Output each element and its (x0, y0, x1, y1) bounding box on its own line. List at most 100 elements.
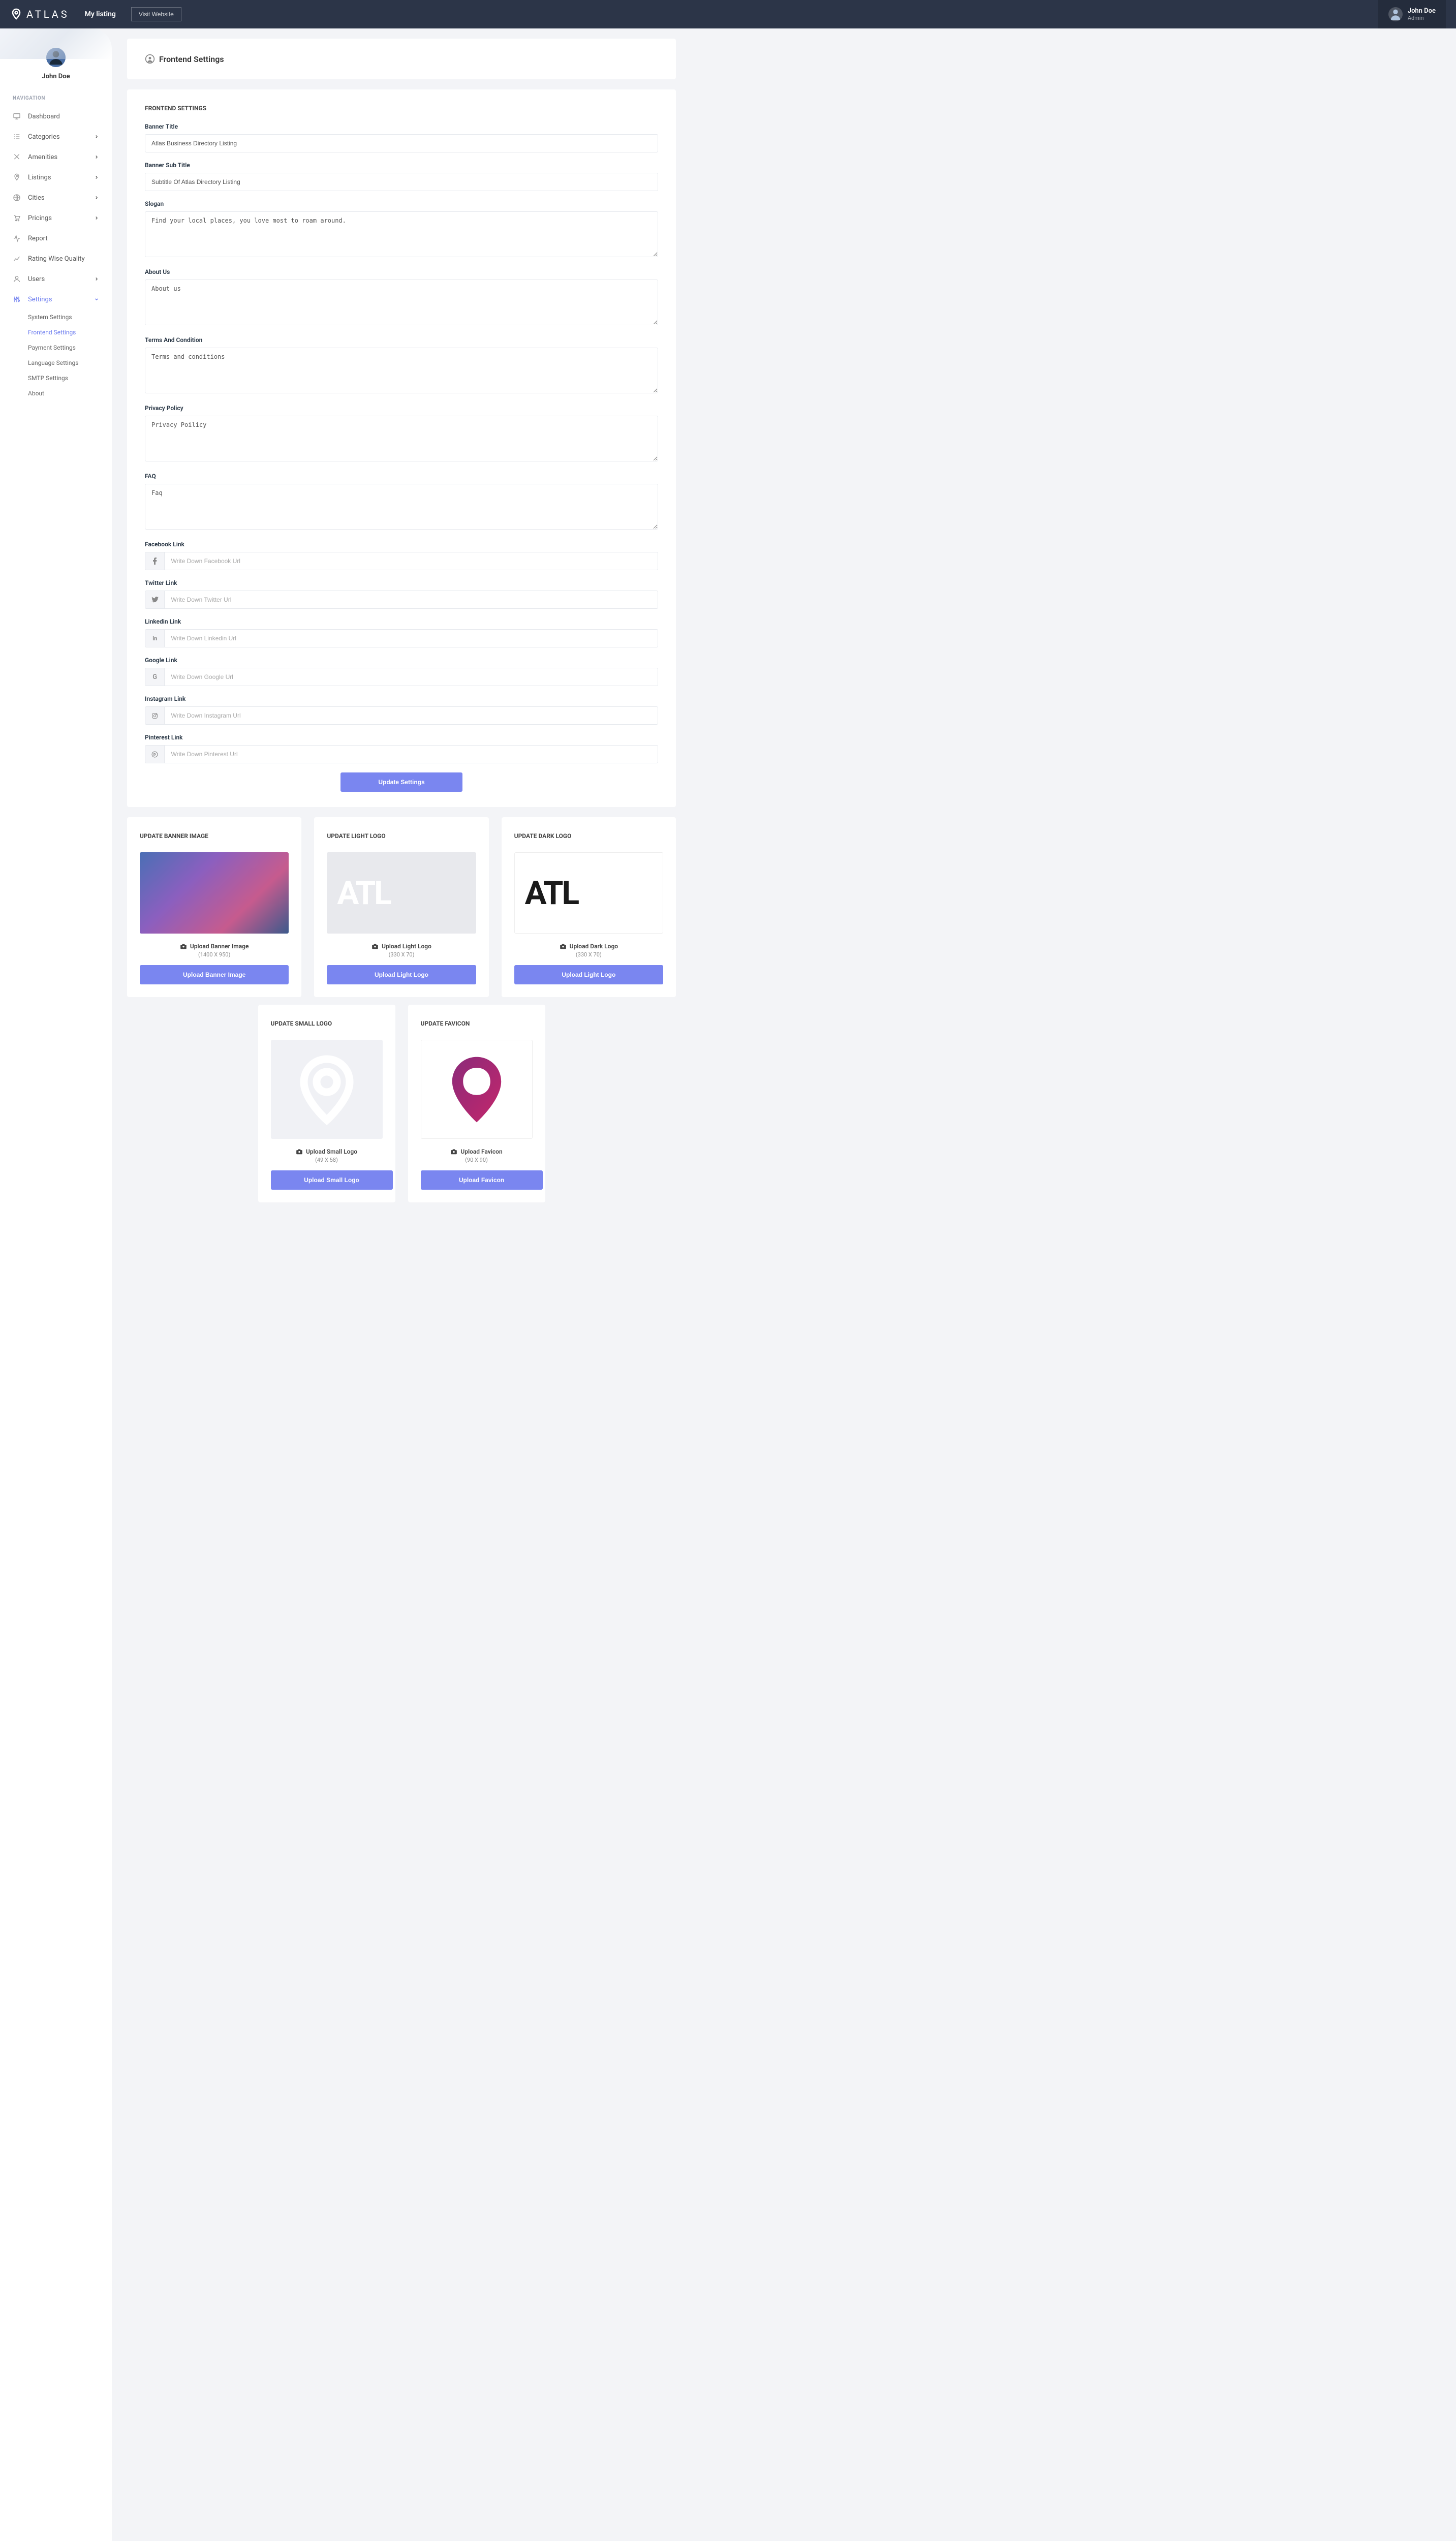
sidebar-item-label: Amenities (28, 153, 57, 161)
sub-item-payment[interactable]: Payment Settings (28, 340, 112, 355)
sub-item-smtp[interactable]: SMTP Settings (28, 370, 112, 386)
update-settings-button[interactable]: Update Settings (340, 772, 462, 792)
chevron-right-icon (94, 276, 99, 282)
faq-input[interactable]: Faq (145, 484, 658, 530)
banner-image-card: UPDATE BANNER IMAGE Upload Banner Image … (127, 817, 301, 997)
facebook-icon (145, 552, 164, 570)
privacy-label: Privacy Policy (145, 405, 658, 412)
faq-label: FAQ (145, 473, 658, 480)
profile-name: John Doe (0, 73, 112, 80)
dimensions: (330 X 70) (327, 951, 476, 958)
sidebar-item-dashboard[interactable]: Dashboard (0, 106, 112, 127)
sidebar-item-label: Users (28, 275, 45, 283)
sidebar-item-label: Dashboard (28, 113, 60, 120)
card-title: UPDATE SMALL LOGO (271, 1020, 383, 1027)
chevron-right-icon (94, 134, 99, 139)
upload-favicon-button[interactable]: Upload Favicon (421, 1170, 543, 1190)
sidebar-wave-decoration (0, 28, 112, 59)
upload-label: Upload Light Logo (382, 943, 431, 950)
globe-icon (13, 194, 21, 202)
image-cards-row-2: UPDATE SMALL LOGO Upload Small Logo (49 … (127, 1005, 676, 1202)
card-title: UPDATE BANNER IMAGE (140, 832, 289, 840)
upload-light-logo-button[interactable]: Upload Light Logo (327, 965, 476, 984)
about-input[interactable]: About us (145, 280, 658, 325)
sidebar-item-cities[interactable]: Cities (0, 188, 112, 208)
privacy-input[interactable]: Privacy Poilicy (145, 416, 658, 461)
camera-icon (560, 943, 567, 950)
slogan-label: Slogan (145, 200, 658, 207)
activity-icon (13, 234, 21, 242)
visit-website-button[interactable]: Visit Website (131, 7, 181, 21)
linkedin-label: Linkedin Link (145, 618, 658, 625)
sidebar: John Doe NAVIGATION Dashboard Categories… (0, 28, 112, 2541)
dark-logo-card: UPDATE DARK LOGO ATL Upload Dark Logo (3… (502, 817, 676, 997)
slogan-input[interactable]: Find your local places, you love most to… (145, 211, 658, 257)
sub-item-language[interactable]: Language Settings (28, 355, 112, 370)
header-left: ATLAS My listing Visit Website (10, 7, 181, 21)
upload-small-logo-button[interactable]: Upload Small Logo (271, 1170, 393, 1190)
chevron-down-icon (94, 297, 99, 302)
sidebar-item-settings[interactable]: Settings (0, 289, 112, 309)
dark-logo-preview: ATL (514, 852, 663, 934)
google-icon: G (145, 668, 164, 686)
map-pin-icon (13, 173, 21, 181)
upload-banner-button[interactable]: Upload Banner Image (140, 965, 289, 984)
facebook-label: Facebook Link (145, 541, 658, 548)
sidebar-item-label: Categories (28, 133, 60, 141)
logo-pin-icon (10, 8, 22, 20)
list-icon (13, 133, 21, 141)
sidebar-item-listings[interactable]: Listings (0, 167, 112, 188)
dimensions: (90 X 90) (421, 1157, 533, 1163)
chevron-right-icon (94, 154, 99, 160)
sidebar-item-users[interactable]: Users (0, 269, 112, 289)
chart-icon (13, 255, 21, 263)
cart-icon (13, 214, 21, 222)
small-logo-card: UPDATE SMALL LOGO Upload Small Logo (49 … (258, 1005, 395, 1202)
sub-item-system[interactable]: System Settings (28, 309, 112, 325)
pinterest-input[interactable] (164, 745, 658, 763)
banner-title-input[interactable] (145, 134, 658, 152)
google-input[interactable] (164, 668, 658, 686)
about-label: About Us (145, 268, 658, 275)
monitor-icon (13, 112, 21, 120)
my-listing-link[interactable]: My listing (85, 10, 116, 18)
banner-sub-label: Banner Sub Title (145, 162, 658, 169)
favicon-card: UPDATE FAVICON Upload Favicon (90 X 90) … (408, 1005, 545, 1202)
small-logo-preview (271, 1040, 383, 1139)
pinterest-icon (145, 745, 164, 763)
sub-item-frontend[interactable]: Frontend Settings (28, 325, 112, 340)
terms-input[interactable]: Terms and conditions (145, 348, 658, 393)
sidebar-item-label: Pricings (28, 214, 52, 222)
sidebar-item-pricings[interactable]: Pricings (0, 208, 112, 228)
header-avatar-icon (1388, 7, 1403, 21)
utensils-icon (13, 153, 21, 161)
instagram-input[interactable] (164, 706, 658, 725)
sidebar-item-categories[interactable]: Categories (0, 127, 112, 147)
settings-form-panel: FRONTEND SETTINGS Banner Title Banner Su… (127, 89, 676, 807)
header-user[interactable]: John Doe Admin (1378, 0, 1446, 28)
sidebar-item-label: Rating Wise Quality (28, 255, 85, 263)
instagram-icon (145, 706, 164, 725)
twitter-input[interactable] (164, 591, 658, 609)
upload-label: Upload Favicon (460, 1148, 502, 1155)
linkedin-icon: in (145, 629, 164, 647)
user-icon (13, 275, 21, 283)
upload-dark-logo-button[interactable]: Upload Light Logo (514, 965, 663, 984)
user-info: John Doe Admin (1408, 7, 1436, 22)
pinterest-label: Pinterest Link (145, 734, 658, 741)
header-role: Admin (1408, 15, 1436, 21)
chevron-right-icon (94, 195, 99, 200)
linkedin-input[interactable] (164, 629, 658, 647)
page-title-panel: Frontend Settings (127, 39, 676, 79)
logo[interactable]: ATLAS (10, 8, 70, 20)
sidebar-item-amenities[interactable]: Amenities (0, 147, 112, 167)
facebook-input[interactable] (164, 552, 658, 570)
card-title: UPDATE FAVICON (421, 1020, 533, 1027)
sidebar-item-rating[interactable]: Rating Wise Quality (0, 249, 112, 269)
sub-item-about[interactable]: About (28, 386, 112, 401)
banner-sub-input[interactable] (145, 173, 658, 191)
sidebar-item-report[interactable]: Report (0, 228, 112, 249)
terms-label: Terms And Condition (145, 336, 658, 344)
chevron-right-icon (94, 215, 99, 221)
twitter-label: Twitter Link (145, 579, 658, 586)
